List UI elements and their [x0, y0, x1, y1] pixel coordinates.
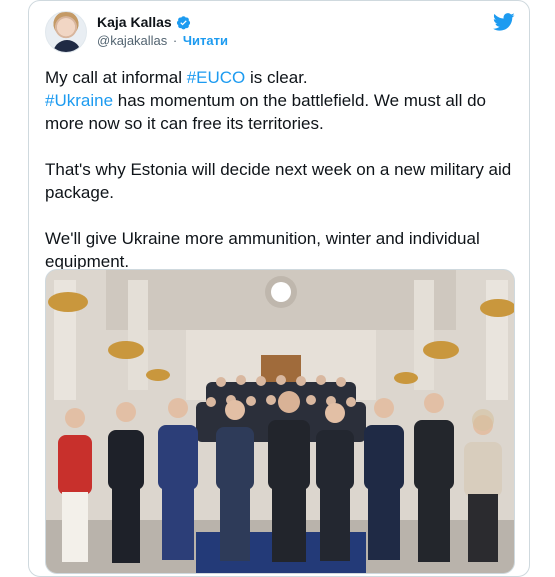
tweet-paragraph-3: We'll give Ukraine more ammunition, wint… — [45, 229, 480, 271]
handle-row: @kajakallas · Читати — [97, 33, 228, 48]
follow-button[interactable]: Читати — [183, 33, 228, 48]
tweet-text-segment: is clear. — [245, 68, 308, 87]
verified-badge-icon — [176, 15, 190, 29]
tweet-text: My call at informal #EUCO is clear. #Ukr… — [45, 66, 515, 296]
twitter-bird-icon[interactable] — [493, 11, 515, 33]
hashtag-euco[interactable]: #EUCO — [187, 68, 246, 87]
avatar[interactable] — [45, 11, 87, 53]
tweet-paragraph-1: My call at informal #EUCO is clear. #Ukr… — [45, 66, 515, 135]
separator-dot: · — [172, 33, 178, 48]
tweet-card[interactable]: Kaja Kallas @kajakallas · Читати My call… — [28, 0, 530, 577]
hashtag-ukraine[interactable]: #Ukraine — [45, 91, 113, 110]
tweet-text-segment: My call at informal — [45, 68, 187, 87]
author-handle[interactable]: @kajakallas — [97, 33, 167, 48]
tweet-photo[interactable] — [45, 269, 515, 574]
author-name-row: Kaja Kallas — [97, 14, 191, 30]
tweet-header: Kaja Kallas @kajakallas · Читати — [45, 11, 515, 55]
author-name[interactable]: Kaja Kallas — [97, 14, 172, 30]
group-photo-illustration — [46, 270, 514, 573]
tweet-paragraph-2: That's why Estonia will decide next week… — [45, 160, 512, 202]
